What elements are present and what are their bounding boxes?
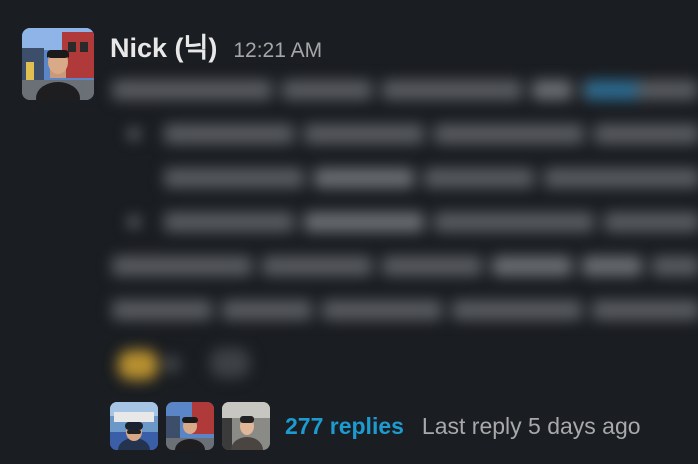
reply-avatar bbox=[222, 402, 270, 450]
message-body-blurred bbox=[100, 62, 698, 392]
reply-count-link[interactable]: 277 replies bbox=[285, 413, 404, 440]
message-item: Nick (닉) 12:21 AM 277 replies Last reply… bbox=[0, 0, 698, 464]
reply-avatar bbox=[110, 402, 158, 450]
thread-summary[interactable]: 277 replies Last reply 5 days ago bbox=[110, 402, 641, 450]
last-reply-time: Last reply 5 days ago bbox=[421, 412, 641, 439]
message-timestamp[interactable]: 12:21 AM bbox=[233, 39, 322, 63]
message-header: Nick (닉) 12:21 AM bbox=[110, 26, 322, 66]
reply-avatar-photo bbox=[222, 402, 270, 450]
author-name[interactable]: Nick (닉) bbox=[110, 26, 217, 65]
reply-avatar-photo bbox=[166, 402, 214, 450]
author-avatar[interactable] bbox=[22, 28, 94, 100]
avatar-photo bbox=[22, 28, 94, 100]
reply-avatar-photo bbox=[110, 402, 158, 450]
reply-avatar bbox=[166, 402, 214, 450]
